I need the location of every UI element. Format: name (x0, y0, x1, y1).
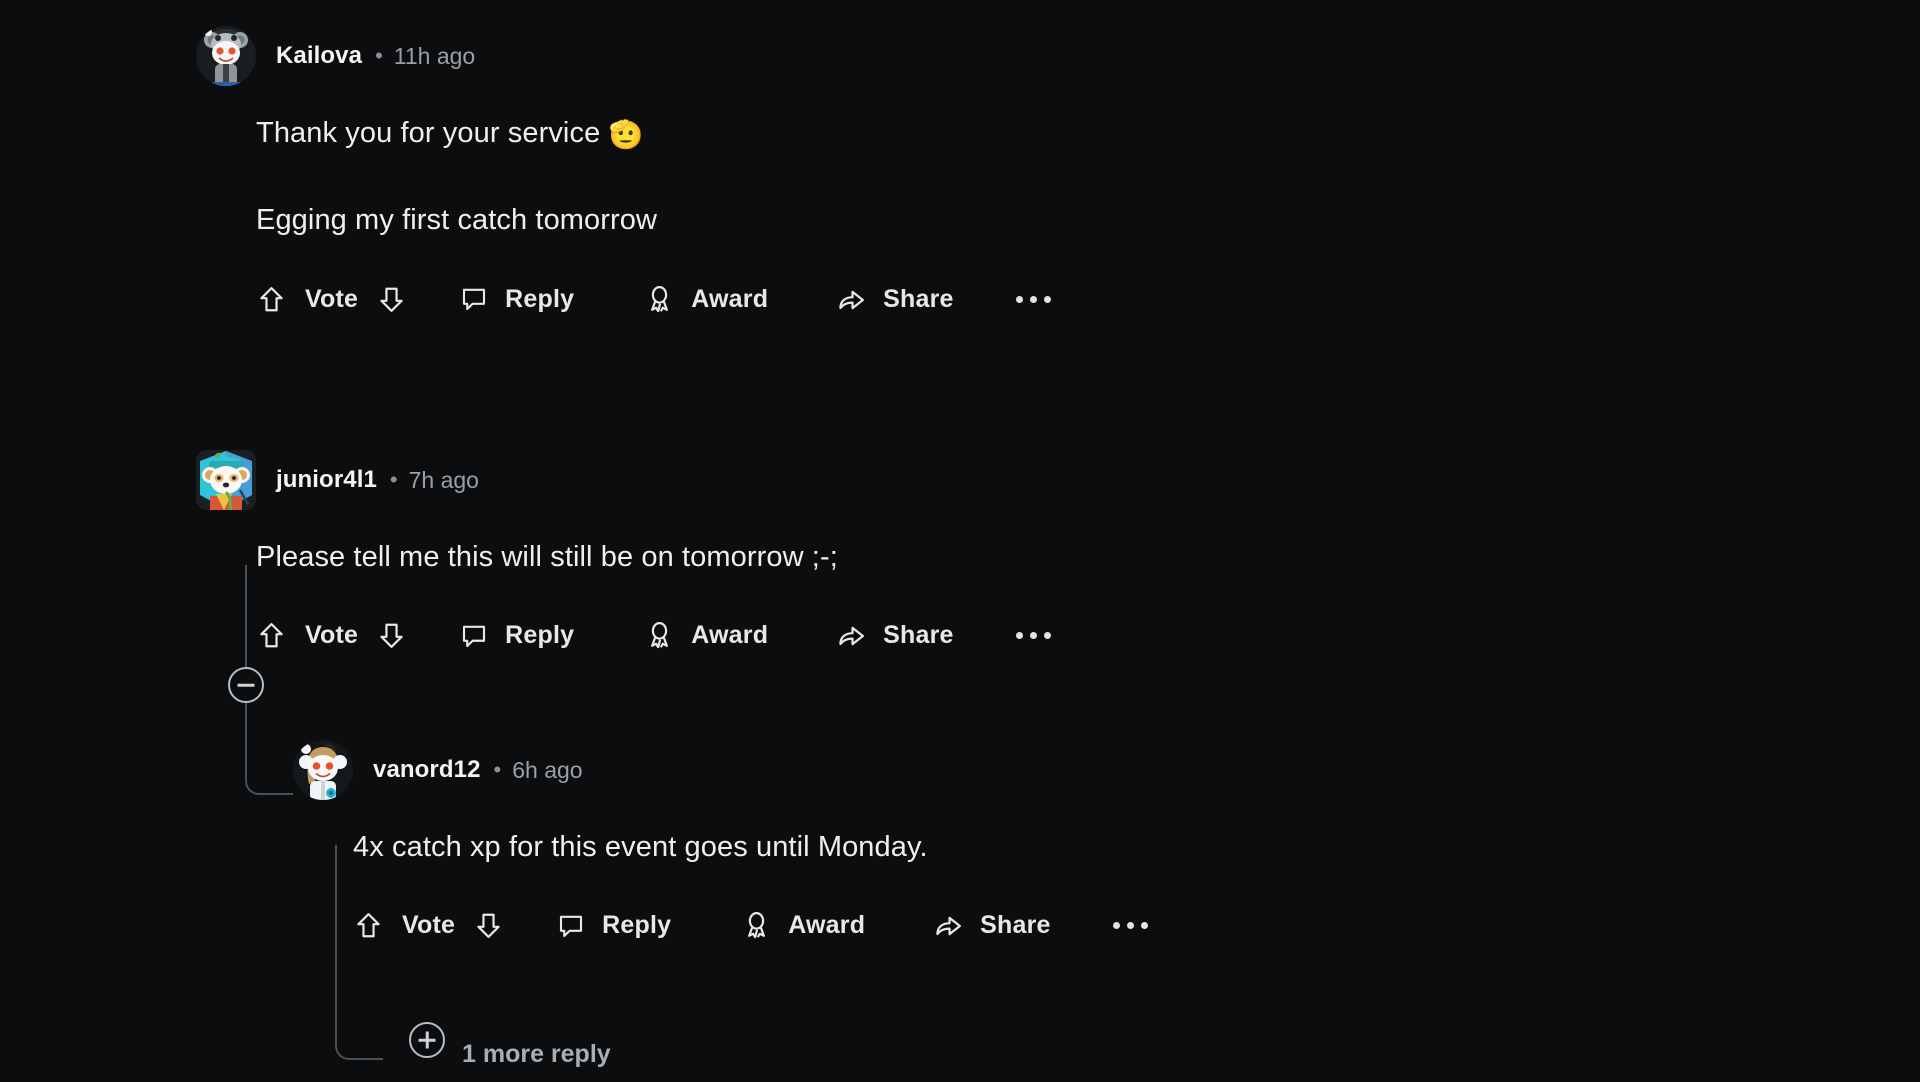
share-button[interactable]: Share (836, 284, 953, 315)
dot (1043, 295, 1051, 303)
dot (1126, 922, 1134, 930)
downvote-icon[interactable] (473, 910, 504, 941)
comment-actions: Vote Reply Award Share (256, 276, 1055, 322)
dot (1029, 632, 1037, 640)
comment-actions: Vote Reply Award Share (256, 613, 1055, 659)
more-replies-label[interactable]: 1 more reply (462, 1040, 611, 1069)
comment-bubble-icon (459, 284, 489, 314)
award-label: Award (691, 621, 769, 650)
dot (1015, 632, 1023, 640)
comment-author[interactable]: vanord12 (373, 756, 481, 784)
comment-bubble-icon (556, 911, 586, 941)
comment-kailova: Kailova • 11h ago Thank you for your ser… (196, 26, 1055, 322)
award-button[interactable]: Award (741, 910, 865, 941)
reply-label: Reply (602, 911, 672, 940)
paragraph-text: Please tell me this will still be on tom… (256, 541, 838, 573)
dot (1029, 295, 1037, 303)
downvote-icon[interactable] (376, 620, 407, 651)
reply-button[interactable]: Reply (459, 284, 574, 314)
vote-group: Vote (256, 284, 407, 315)
dot (1140, 922, 1148, 930)
comment-header: Kailova • 11h ago (196, 26, 1055, 86)
comment-paragraph: 4x catch xp for this event goes until Mo… (353, 829, 1152, 867)
more-replies-row[interactable]: 1 more reply (409, 1022, 611, 1069)
award-label: Award (691, 284, 769, 313)
share-label: Share (980, 911, 1051, 940)
upvote-icon[interactable] (256, 620, 287, 651)
share-arrow-icon (836, 620, 867, 651)
comment-actions: Vote Reply Award Share (353, 903, 1152, 949)
separator-dot: • (375, 43, 383, 68)
vote-group: Vote (353, 910, 504, 941)
comment-timestamp: 7h ago (408, 466, 479, 493)
reply-button[interactable]: Reply (556, 911, 671, 941)
expand-replies-button[interactable] (409, 1022, 445, 1058)
share-button[interactable]: Share (933, 910, 1050, 941)
dot (1043, 632, 1051, 640)
share-label: Share (883, 621, 954, 650)
comment-paragraph: Thank you for your service 🫡 (256, 115, 1055, 153)
award-button[interactable]: Award (644, 620, 768, 651)
comment-author[interactable]: Kailova (276, 42, 362, 70)
share-label: Share (883, 284, 954, 313)
reply-label: Reply (505, 284, 575, 313)
comment-paragraph: Egging my first catch tomorrow (256, 202, 1055, 240)
overflow-menu-button[interactable] (1012, 286, 1055, 313)
reply-button[interactable]: Reply (459, 621, 574, 651)
upvote-icon[interactable] (353, 910, 384, 941)
upvote-icon[interactable] (256, 284, 287, 315)
vote-label[interactable]: Vote (305, 621, 358, 650)
share-button[interactable]: Share (836, 620, 953, 651)
reply-label: Reply (505, 621, 575, 650)
vote-label[interactable]: Vote (305, 285, 358, 314)
award-medal-icon (741, 910, 772, 941)
thread-curve-c2-to-c3 (245, 700, 293, 795)
dot (1015, 295, 1023, 303)
award-button[interactable]: Award (644, 284, 768, 315)
avatar[interactable] (196, 450, 256, 510)
separator-dot: • (389, 467, 398, 492)
avatar[interactable] (196, 26, 256, 86)
award-medal-icon (644, 284, 675, 315)
award-medal-icon (644, 620, 675, 651)
comment-paragraph: Please tell me this will still be on tom… (256, 539, 1055, 577)
comment-author[interactable]: junior4l1 (276, 466, 377, 494)
comment-junior4l1: junior4l1 • 7h ago Please tell me this w… (196, 450, 1055, 659)
share-arrow-icon (836, 284, 867, 315)
separator-dot: • (493, 757, 502, 782)
downvote-icon[interactable] (376, 284, 407, 315)
collapse-thread-button[interactable] (228, 667, 264, 703)
award-label: Award (788, 911, 866, 940)
saluting-face-emoji: 🫡 (608, 119, 644, 150)
paragraph-text: Thank you for your service (256, 117, 609, 149)
avatar[interactable] (293, 740, 353, 800)
paragraph-text: Egging my first catch tomorrow (256, 204, 658, 237)
share-arrow-icon (933, 910, 964, 941)
comment-header: junior4l1 • 7h ago (196, 450, 1055, 510)
vote-label[interactable]: Vote (402, 911, 455, 940)
vote-group: Vote (256, 620, 407, 651)
comment-vanord12: vanord12 • 6h ago 4x catch xp for this e… (293, 740, 1152, 949)
paragraph-text: 4x catch xp for this event goes until Mo… (353, 831, 928, 863)
comment-thread: Kailova • 11h ago Thank you for your ser… (0, 0, 1920, 1082)
comment-bubble-icon (459, 621, 489, 651)
overflow-menu-button[interactable] (1012, 622, 1055, 649)
comment-timestamp: 11h ago (393, 42, 476, 69)
overflow-menu-button[interactable] (1109, 912, 1152, 939)
comment-header: vanord12 • 6h ago (293, 740, 1152, 800)
dot (1112, 922, 1120, 930)
comment-timestamp: 6h ago (512, 756, 583, 783)
